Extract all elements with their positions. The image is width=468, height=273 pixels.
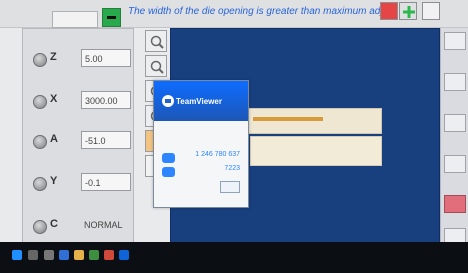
axis-knob-icon — [33, 177, 47, 191]
teamviewer-password-row: 7223 — [162, 165, 240, 179]
axis-row-y: Y -0.1 — [23, 169, 133, 199]
axis-label-c: C — [50, 218, 58, 230]
alert-icon — [380, 2, 398, 20]
right-toolbar — [440, 28, 468, 250]
axis-knob-icon — [33, 53, 47, 67]
axis-label-a: A — [50, 133, 58, 145]
axis-label-z: Z — [50, 51, 57, 63]
axis-value-y[interactable]: -0.1 — [81, 173, 131, 191]
right-button[interactable] — [444, 32, 466, 50]
plus-button[interactable] — [399, 2, 417, 20]
teamviewer-button[interactable] — [220, 181, 240, 193]
zoom-out-button[interactable] — [145, 55, 167, 77]
windows-taskbar — [0, 242, 468, 273]
right-button[interactable] — [444, 155, 466, 173]
password-chip-icon — [162, 167, 175, 177]
axis-value-c: NORMAL — [84, 220, 123, 230]
app-icon[interactable] — [104, 250, 114, 260]
red-action-button[interactable] — [444, 195, 466, 213]
teamviewer-id: 1 246 780 637 — [195, 151, 240, 158]
lower-die — [250, 136, 382, 166]
taskview-icon[interactable] — [44, 250, 54, 260]
teamviewer-window[interactable]: TeamViewer 1 246 780 637 7223 — [153, 80, 249, 208]
teamviewer-header: TeamViewer — [154, 81, 248, 121]
axis-knob-icon — [33, 95, 47, 109]
warning-message: The width of the die opening is greater … — [128, 6, 389, 17]
teamviewer-password: 7223 — [224, 165, 240, 172]
zoom-in-button[interactable] — [145, 30, 167, 52]
axis-panel: Z 5.00 X 3000.00 A -51.0 Y -0.1 C NORMAL — [22, 28, 134, 252]
id-chip-icon — [162, 153, 175, 163]
teamviewer-id-row: 1 246 780 637 — [162, 151, 240, 165]
axis-knob-icon — [33, 135, 47, 149]
app-icon[interactable] — [74, 250, 84, 260]
teamviewer-title: TeamViewer — [176, 97, 222, 106]
top-input-field[interactable] — [52, 11, 98, 28]
die-stripe — [253, 117, 323, 121]
axis-value-z[interactable]: 5.00 — [81, 49, 131, 67]
search-icon[interactable] — [28, 250, 38, 260]
magnifier-icon — [150, 60, 164, 74]
axis-row-c: C NORMAL — [23, 212, 133, 242]
top-toolbar: The width of the die opening is greater … — [0, 0, 468, 28]
axis-knob-icon — [33, 220, 47, 234]
app-icon[interactable] — [59, 250, 69, 260]
teamviewer-logo-icon — [162, 95, 174, 107]
start-icon[interactable] — [12, 250, 22, 260]
machine-icon — [422, 2, 440, 20]
teamviewer-task-icon[interactable] — [119, 250, 129, 260]
axis-row-z: Z 5.00 — [23, 45, 133, 75]
upper-die — [245, 108, 382, 134]
plus-icon — [403, 6, 415, 18]
axis-row-a: A -51.0 — [23, 127, 133, 157]
magnifier-icon — [150, 35, 164, 49]
app-icon[interactable] — [89, 250, 99, 260]
axis-value-a[interactable]: -51.0 — [81, 131, 131, 149]
axis-label-x: X — [50, 93, 58, 105]
axis-label-y: Y — [50, 175, 58, 187]
minus-button[interactable] — [102, 8, 121, 27]
right-button[interactable] — [444, 114, 466, 132]
axis-value-x[interactable]: 3000.00 — [81, 91, 131, 109]
right-button[interactable] — [444, 73, 466, 91]
axis-row-x: X 3000.00 — [23, 87, 133, 117]
